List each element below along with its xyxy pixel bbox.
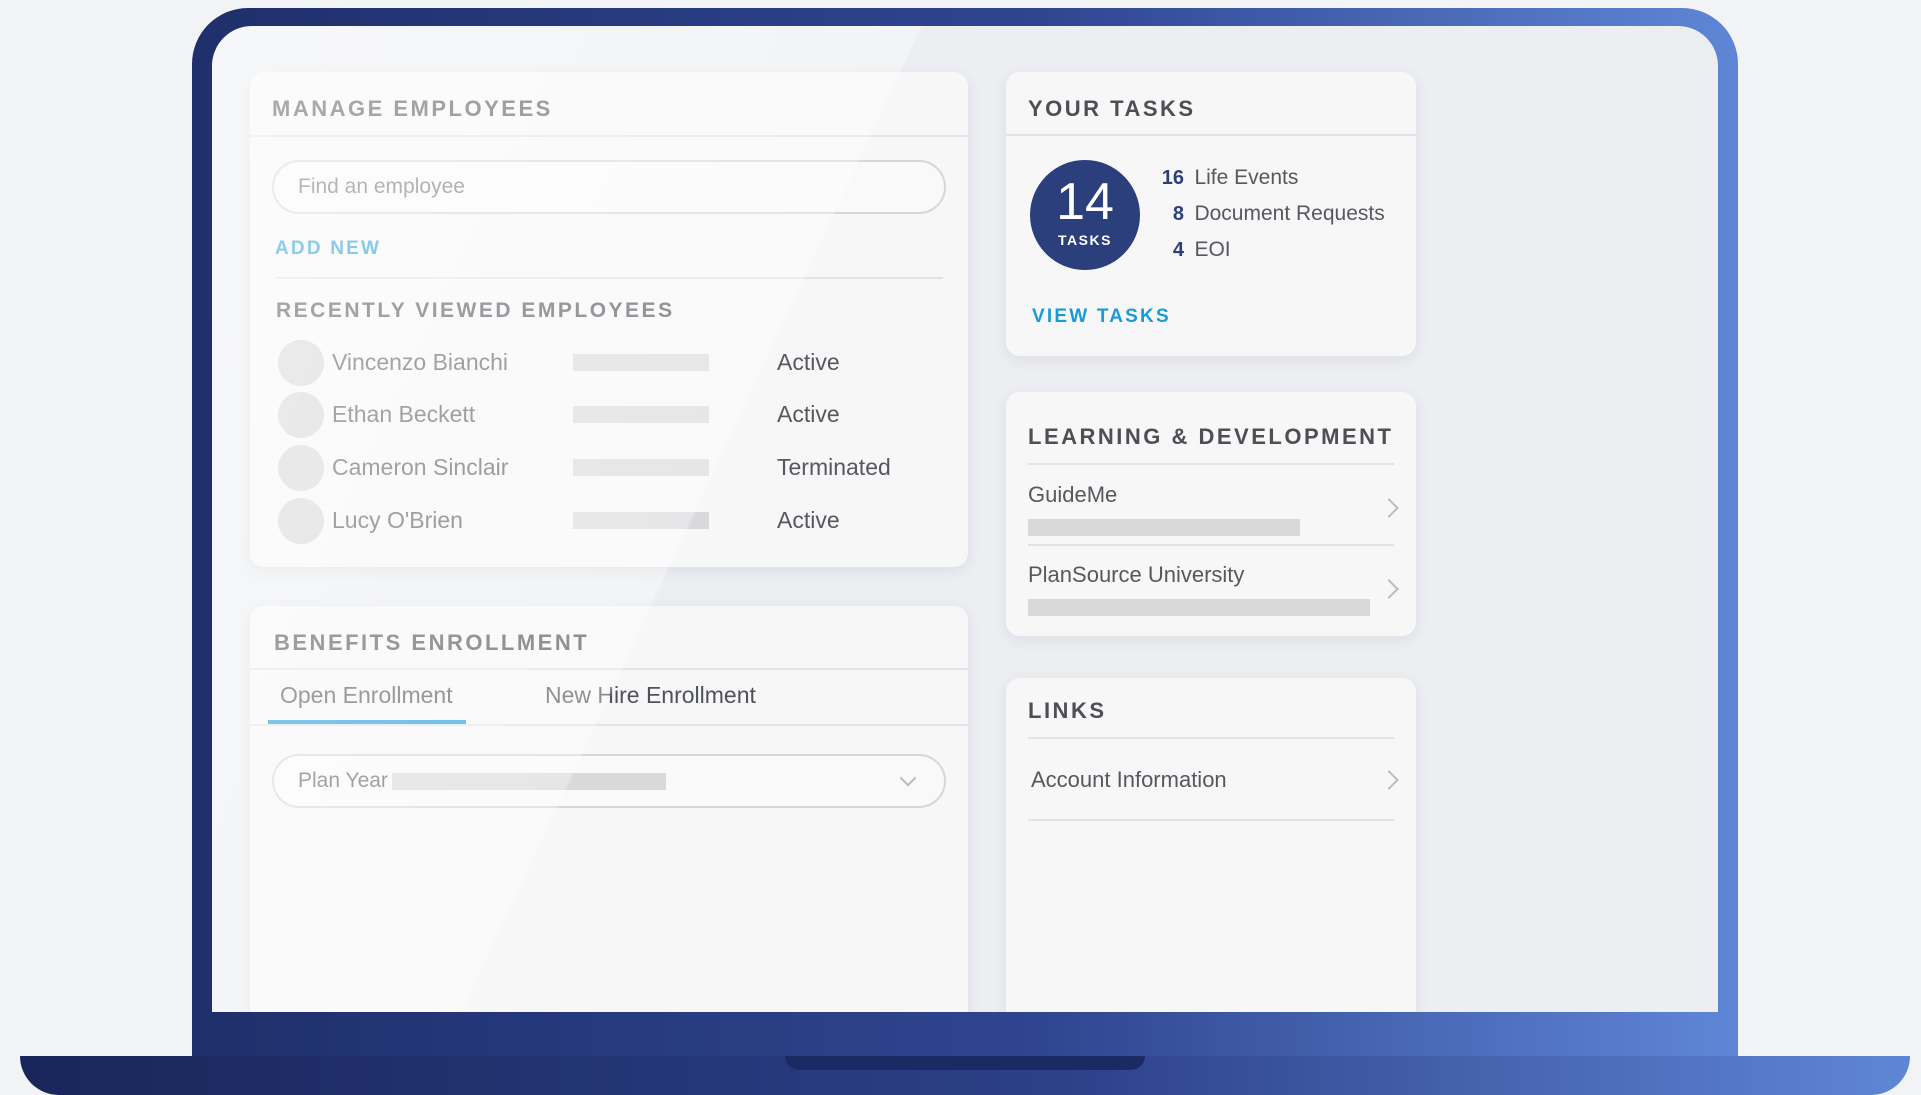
avatar: [278, 445, 324, 491]
link-item-label: Account Information: [1031, 767, 1227, 792]
your-tasks-card: YOUR TASKS 14 TASKS 16 Life Events 8 Doc…: [1006, 72, 1416, 356]
chevron-right-icon: [1379, 579, 1399, 599]
task-label: Document Requests: [1194, 202, 1385, 225]
employee-name: Vincenzo Bianchi: [332, 349, 509, 375]
task-count: 8: [1172, 203, 1184, 225]
learning-item-label: GuideMe: [1028, 482, 1118, 507]
tab-open-enrollment[interactable]: Open Enrollment: [268, 670, 466, 724]
divider: [1006, 134, 1416, 136]
learning-item-plansource-university[interactable]: PlanSource University: [1006, 546, 1416, 626]
employee-row[interactable]: Ethan Beckett Active: [250, 392, 968, 438]
view-tasks-link[interactable]: VIEW TASKS: [1032, 306, 1171, 328]
learning-item-label: PlanSource University: [1028, 562, 1245, 587]
benefits-enrollment-title: BENEFITS ENROLLMENT: [274, 630, 590, 655]
placeholder-bar: [573, 354, 709, 371]
your-tasks-title: YOUR TASKS: [1028, 96, 1196, 121]
employee-status: Active: [777, 349, 840, 375]
employee-status: Terminated: [777, 454, 891, 480]
tab-label: Open Enrollment: [280, 682, 453, 708]
placeholder-bar: [573, 459, 709, 476]
plan-year-select[interactable]: Plan Year: [272, 754, 946, 808]
divider: [275, 277, 943, 279]
learning-development-card: LEARNING & DEVELOPMENT GuideMe PlanSourc…: [1006, 392, 1416, 636]
chevron-down-icon: [899, 769, 917, 787]
placeholder-bar: [573, 406, 709, 423]
laptop-frame: MANAGE EMPLOYEES Find an employee ADD NE…: [192, 8, 1738, 1058]
employee-row[interactable]: Cameron Sinclair Terminated: [250, 445, 968, 491]
chevron-right-icon: [1379, 770, 1399, 790]
divider: [250, 724, 968, 726]
plan-year-label: Plan Year: [298, 769, 388, 792]
progress-bar: [1028, 599, 1370, 616]
divider: [250, 135, 968, 137]
manage-employees-card: MANAGE EMPLOYEES Find an employee ADD NE…: [250, 72, 968, 567]
laptop-base-notch: [785, 1056, 1145, 1070]
tasks-total: 14: [1056, 173, 1114, 231]
task-item-document-requests[interactable]: 8 Document Requests: [1156, 202, 1406, 230]
task-item-eoi[interactable]: 4 EOI: [1156, 238, 1396, 266]
task-label: Life Events: [1194, 166, 1299, 189]
manage-employees-title: MANAGE EMPLOYEES: [272, 96, 553, 121]
employee-row[interactable]: Lucy O'Brien Active: [250, 498, 968, 544]
employee-search-input[interactable]: Find an employee: [272, 160, 946, 214]
placeholder-bar: [573, 512, 709, 529]
avatar: [278, 340, 324, 386]
tasks-total-label: TASKS: [1058, 232, 1112, 248]
employee-name: Ethan Beckett: [332, 401, 476, 427]
employee-status: Active: [777, 507, 840, 533]
avatar: [278, 392, 324, 438]
benefits-enrollment-card: BENEFITS ENROLLMENT Open Enrollment New …: [250, 606, 968, 1012]
tab-label: New Hire Enrollment: [545, 682, 756, 708]
avatar: [278, 498, 324, 544]
links-title: LINKS: [1028, 698, 1107, 723]
divider: [1028, 819, 1394, 821]
task-label: EOI: [1194, 238, 1231, 261]
task-count: 4: [1172, 239, 1184, 261]
learning-item-guideme[interactable]: GuideMe: [1006, 465, 1416, 545]
tab-new-hire-enrollment[interactable]: New Hire Enrollment: [533, 670, 763, 724]
task-count: 16: [1161, 167, 1184, 189]
add-new-employee-link[interactable]: ADD NEW: [275, 238, 381, 260]
link-item-account-information[interactable]: Account Information: [1006, 739, 1416, 819]
employee-search-placeholder: Find an employee: [298, 175, 465, 198]
chevron-right-icon: [1379, 498, 1399, 518]
learning-development-title: LEARNING & DEVELOPMENT: [1028, 424, 1394, 449]
placeholder-bar: [392, 773, 666, 790]
app-screen: MANAGE EMPLOYEES Find an employee ADD NE…: [212, 26, 1718, 1012]
employee-name: Lucy O'Brien: [332, 507, 463, 533]
employee-status: Active: [777, 401, 840, 427]
links-card: LINKS Account Information: [1006, 678, 1416, 1012]
recently-viewed-title: RECENTLY VIEWED EMPLOYEES: [276, 299, 675, 322]
task-item-life-events[interactable]: 16 Life Events: [1156, 166, 1396, 194]
employee-name: Cameron Sinclair: [332, 454, 509, 480]
progress-bar: [1028, 519, 1300, 536]
tasks-count-circle: 14 TASKS: [1030, 160, 1140, 270]
employee-row[interactable]: Vincenzo Bianchi Active: [250, 340, 968, 386]
